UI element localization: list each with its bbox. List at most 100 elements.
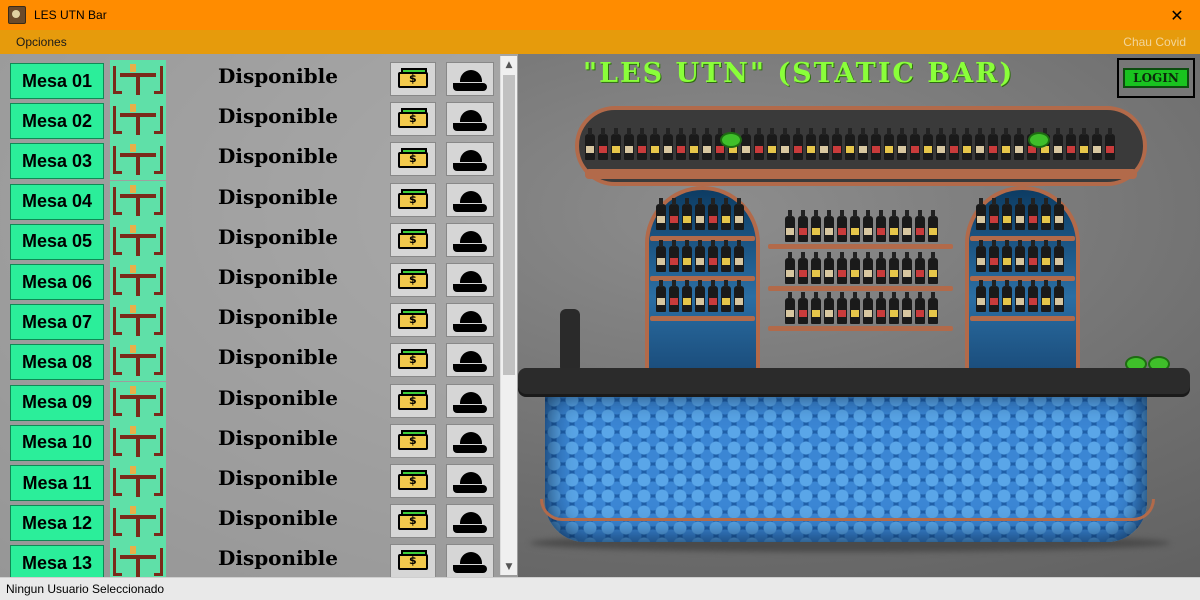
money-icon[interactable] [390,343,436,378]
bottle [1028,240,1038,272]
serving-cloche-icon[interactable] [446,343,494,378]
serving-cloche-icon[interactable] [446,303,494,338]
money-icon[interactable] [390,263,436,297]
mesa-button[interactable]: Mesa 13 [10,545,104,577]
bar-title: "LES UTN" (STATIC BAR) [583,58,1015,89]
mesa-button[interactable]: Mesa 05 [10,223,104,260]
bottle [863,210,873,242]
bottle [850,210,860,242]
bottle [741,128,751,160]
bottle [863,252,873,284]
bottle [806,128,816,160]
menu-chau-covid[interactable]: Chau Covid [1123,35,1186,49]
table-status: Disponible [218,466,338,490]
money-icon[interactable] [390,423,436,458]
serving-cloche-icon[interactable] [446,383,494,418]
table-row: Mesa 13 Disponible [0,540,500,577]
serving-cloche-icon[interactable] [446,504,494,539]
bottle [780,128,790,160]
mesa-button[interactable]: Mesa 08 [10,344,104,381]
mesa-button[interactable]: Mesa 10 [10,424,104,461]
money-icon[interactable] [390,182,436,217]
counter-top [518,368,1190,394]
serving-cloche-icon[interactable] [446,102,494,137]
mesa-button[interactable]: Mesa 06 [10,264,104,300]
bottle [989,280,999,312]
money-icon[interactable] [390,222,436,257]
serving-cloche-icon[interactable] [446,544,494,577]
bottle-row [656,198,744,230]
mesa-button[interactable]: Mesa 03 [10,143,104,180]
serving-cloche-icon[interactable] [446,423,494,458]
app-icon [8,6,26,24]
money-icon[interactable] [390,62,436,96]
bottle [902,252,912,284]
bottle [962,128,972,160]
bottle [850,252,860,284]
bottle [819,128,829,160]
mesa-button[interactable]: Mesa 02 [10,103,104,140]
bottle [1002,198,1012,230]
table-chairs-icon [110,60,166,100]
bottle [1015,198,1025,230]
serving-cloche-icon[interactable] [446,222,494,257]
mesa-button[interactable]: Mesa 01 [10,63,104,99]
money-icon[interactable] [390,102,436,137]
scroll-up-arrow-icon[interactable]: ▲ [501,56,517,73]
serving-cloche-icon[interactable] [446,62,494,96]
table-status: Disponible [218,345,338,370]
mesa-button[interactable]: Mesa 04 [10,183,104,220]
bottle [682,240,692,272]
bottle [1015,240,1025,272]
bottle-row [656,280,744,312]
bottle [976,280,986,312]
bottle [656,280,666,312]
bottle [1079,128,1089,160]
serving-cloche-icon[interactable] [446,464,494,498]
bottle [598,128,608,160]
money-icon[interactable] [390,383,436,418]
bottle [669,280,679,312]
money-icon[interactable] [390,464,436,498]
bottle-row [976,280,1064,312]
bottle [889,252,899,284]
bottle [837,252,847,284]
scroll-down-arrow-icon[interactable]: ▼ [501,558,517,575]
status-text: Ningun Usuario Seleccionado [6,582,165,596]
menu-opciones[interactable]: Opciones [16,35,67,49]
bottle [811,252,821,284]
money-icon[interactable] [390,544,436,577]
mesa-button[interactable]: Mesa 09 [10,384,104,421]
table-row: Mesa 06 Disponible [0,259,500,301]
bottle [656,198,666,230]
login-frame: LOGIN [1117,58,1195,98]
mesa-button[interactable]: Mesa 12 [10,505,104,542]
tables-scrollbar[interactable]: ▲ ▼ [500,56,517,575]
bottle [734,198,744,230]
bottle [1092,128,1102,160]
mesa-button[interactable]: Mesa 07 [10,304,104,341]
table-status: Disponible [218,144,338,169]
bottle [785,252,795,284]
login-button[interactable]: LOGIN [1123,68,1189,88]
serving-cloche-icon[interactable] [446,142,494,177]
menu-bar: Opciones Chau Covid [0,30,1200,54]
scroll-thumb[interactable] [503,75,515,375]
bottle [858,128,868,160]
table-chairs-icon [110,421,166,462]
bottle [785,292,795,324]
money-icon[interactable] [390,142,436,177]
status-bar: Ningun Usuario Seleccionado [0,577,1200,600]
table-chairs-icon [110,462,166,502]
bottle [976,198,986,230]
bottle [798,210,808,242]
table-row: Mesa 04 Disponible [0,179,500,221]
mesa-button[interactable]: Mesa 11 [10,465,104,501]
bottle [876,210,886,242]
close-button[interactable]: ✕ [1154,0,1200,30]
serving-cloche-icon[interactable] [446,182,494,217]
serving-cloche-icon[interactable] [446,263,494,297]
bottle [695,280,705,312]
money-icon[interactable] [390,504,436,539]
money-icon[interactable] [390,303,436,338]
